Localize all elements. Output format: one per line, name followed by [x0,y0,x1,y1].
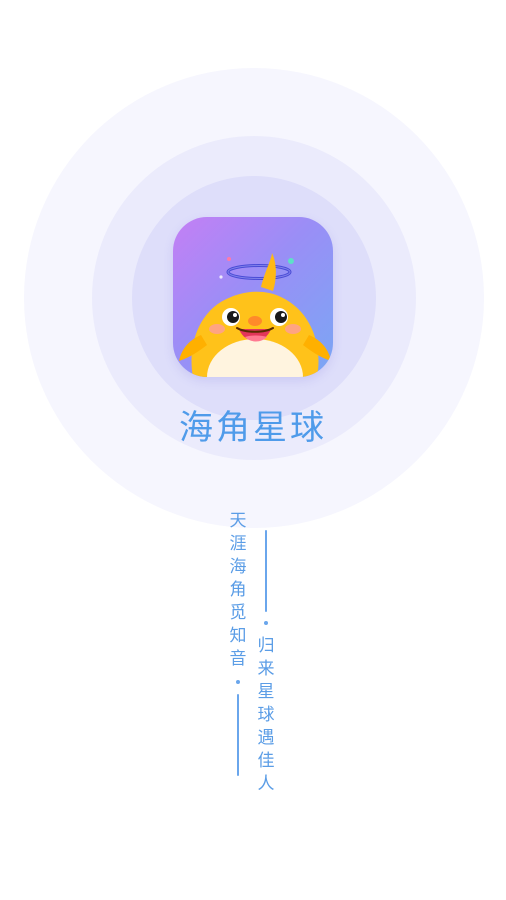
tagline-char: 球 [257,705,275,725]
tagline-char: 觅 [229,603,247,623]
tagline-char: 音 [229,649,247,669]
tagline-dot [236,680,240,684]
app-logo-icon [173,217,333,377]
tagline-char: 归 [257,636,275,656]
tagline-right-column: 归 来 星 球 遇 佳 人 [255,530,277,796]
tagline-char: 佳 [257,751,275,771]
tagline-divider-line [237,694,239,776]
tagline-char: 人 [257,774,275,794]
tagline-dot [264,621,268,625]
splash-screen: 海角星球 天 涯 海 角 觅 知 音 归 来 星 球 遇 佳 人 [0,0,506,900]
tagline-char: 角 [229,580,247,600]
tagline-char: 天 [229,511,247,531]
tagline-divider-line [265,530,267,612]
tagline-left-column: 天 涯 海 角 觅 知 音 [227,510,249,776]
duck-mascot-icon [179,253,331,377]
tagline-char: 海 [229,557,247,577]
tagline-char: 涯 [229,534,247,554]
tagline-right-text: 归 来 星 球 遇 佳 人 [258,635,275,796]
tagline-char: 星 [257,682,275,702]
tagline-char: 遇 [257,728,275,748]
tagline-left-text: 天 涯 海 角 觅 知 音 [230,510,247,671]
app-name-title: 海角星球 [179,408,327,448]
tagline-char: 来 [257,659,275,679]
tagline-char: 知 [229,626,247,646]
